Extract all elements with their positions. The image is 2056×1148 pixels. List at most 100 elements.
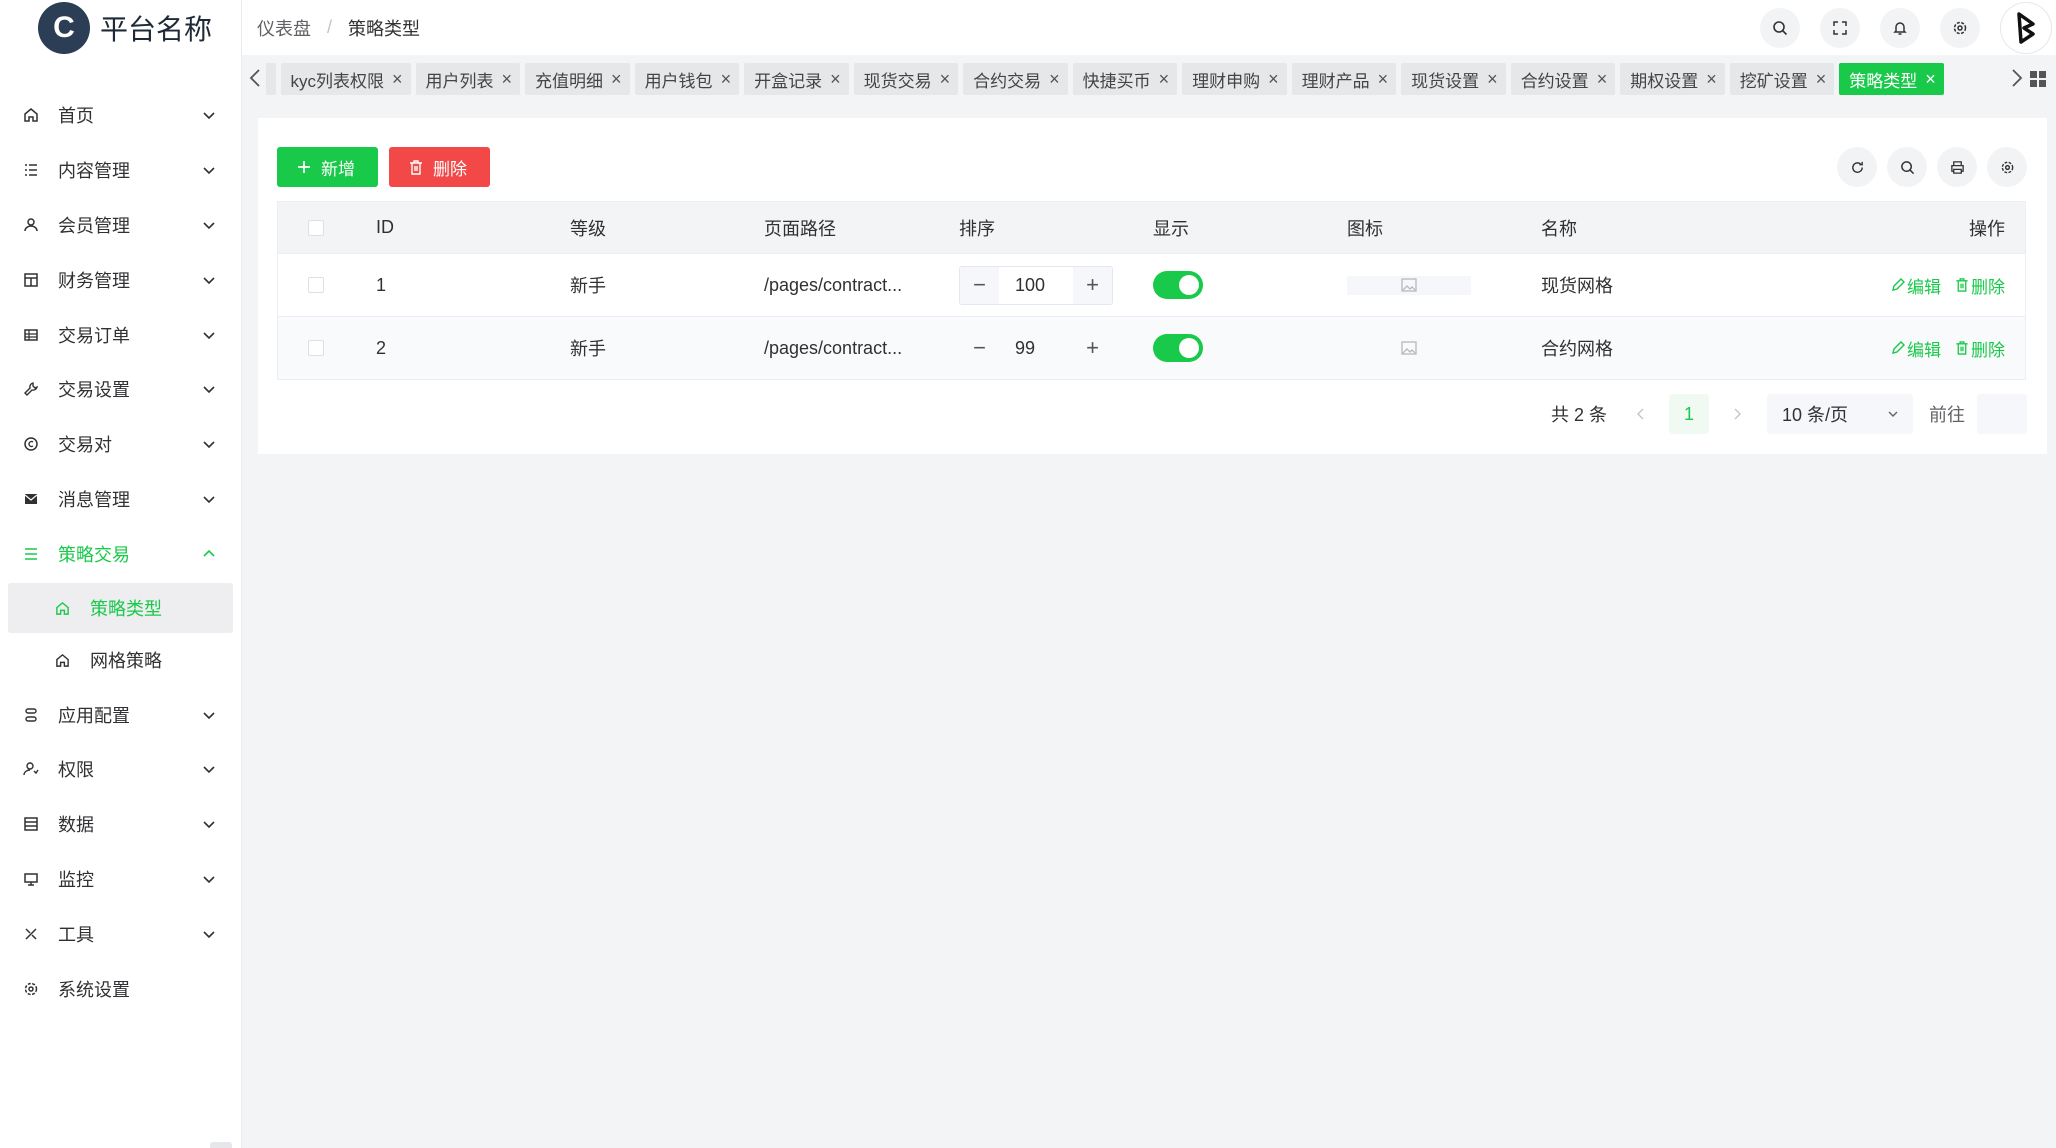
sidebar-item-finance[interactable]: 财务管理 (0, 252, 241, 307)
logo[interactable]: C 平台名称 (0, 0, 241, 55)
minus-icon[interactable]: − (960, 330, 999, 367)
chevron-up-icon (203, 549, 215, 557)
tags-scroll-left-icon[interactable] (246, 65, 264, 91)
close-icon[interactable]: × (1487, 70, 1498, 88)
show-toggle[interactable] (1153, 334, 1203, 362)
sidebar-item-app-config[interactable]: 应用配置 (0, 687, 241, 742)
column-header-id[interactable]: ID (376, 217, 394, 238)
delete-button[interactable]: 删除 (389, 147, 490, 187)
page-number-current[interactable]: 1 (1669, 394, 1709, 434)
sidebar-item-members[interactable]: 会员管理 (0, 198, 241, 253)
sidebar-item-strategy-trading[interactable]: 策略交易 (0, 526, 241, 581)
column-header-path[interactable]: 页面路径 (764, 215, 836, 241)
tag-item[interactable]: 表× (266, 63, 276, 95)
row-checkbox[interactable] (308, 340, 324, 356)
gear-icon[interactable] (1940, 7, 1980, 48)
tag-item[interactable]: 用户钱包 × (634, 63, 740, 95)
tag-item[interactable]: 现货交易 × (853, 63, 959, 95)
sidebar-item-system-settings[interactable]: 系统设置 (0, 961, 241, 1016)
tag-item[interactable]: 合约交易 × (963, 63, 1068, 95)
tag-item[interactable]: 开盒记录 × (744, 63, 849, 95)
close-icon[interactable]: × (611, 70, 622, 88)
tag-item[interactable]: 挖矿设置 × (1729, 63, 1835, 95)
user-avatar[interactable] (2000, 1, 2052, 54)
breadcrumb-dashboard[interactable]: 仪表盘 (257, 15, 311, 41)
add-button[interactable]: 新增 (277, 147, 378, 187)
close-icon[interactable]: × (830, 70, 841, 88)
edit-link[interactable]: 编辑 (1891, 273, 1941, 298)
column-header-name[interactable]: 名称 (1541, 215, 1577, 241)
show-toggle[interactable] (1153, 271, 1203, 299)
tag-item-active[interactable]: 策略类型 × (1839, 63, 1944, 95)
delete-link[interactable]: 删除 (1955, 336, 2005, 361)
close-icon[interactable]: × (1378, 70, 1389, 88)
column-header-icon[interactable]: 图标 (1347, 215, 1383, 241)
sidebar-item-content[interactable]: 内容管理 (0, 143, 241, 198)
chevron-down-icon (203, 931, 215, 938)
sort-stepper[interactable]: − 100 + (959, 265, 1113, 305)
close-icon[interactable]: × (721, 70, 732, 88)
goto-page-input[interactable] (1977, 394, 2027, 434)
close-icon[interactable]: × (1816, 70, 1827, 88)
tag-item[interactable]: 合约设置 × (1510, 63, 1616, 95)
tag-item[interactable]: 快捷买币 × (1072, 63, 1178, 95)
sort-value[interactable]: 99 (999, 330, 1073, 367)
column-header-sort[interactable]: 排序 (959, 215, 995, 241)
sort-value[interactable]: 100 (999, 267, 1073, 304)
search-icon[interactable] (1887, 147, 1927, 187)
tag-item[interactable]: 期权设置 × (1620, 63, 1725, 95)
table-tools (1827, 147, 2027, 187)
sidebar-item-monitor[interactable]: 监控 (0, 852, 241, 907)
sidebar-scroll-handle[interactable] (210, 1142, 232, 1148)
close-icon[interactable]: × (940, 70, 951, 88)
close-icon[interactable]: × (1049, 70, 1060, 88)
delete-link[interactable]: 删除 (1955, 273, 2005, 298)
sidebar-item-data[interactable]: 数据 (0, 797, 241, 852)
fullscreen-icon[interactable] (1820, 7, 1860, 48)
close-icon[interactable]: × (1925, 70, 1936, 88)
plus-icon[interactable]: + (1073, 330, 1112, 367)
plus-icon[interactable]: + (1073, 266, 1112, 304)
sort-stepper[interactable]: − 99 + (959, 329, 1113, 368)
select-all-checkbox[interactable] (308, 219, 324, 236)
close-icon[interactable]: × (266, 70, 268, 88)
bell-icon[interactable] (1880, 7, 1920, 48)
tag-item[interactable]: 理财申购 × (1182, 63, 1287, 95)
close-icon[interactable]: × (1706, 70, 1717, 88)
close-icon[interactable]: × (502, 70, 513, 88)
refresh-icon[interactable] (1837, 147, 1877, 187)
sidebar-item-tools[interactable]: 工具 (0, 906, 241, 961)
next-page-icon[interactable] (1721, 394, 1753, 434)
gear-icon[interactable] (1987, 147, 2027, 187)
sidebar-subitem-strategy-type[interactable]: 策略类型 (8, 583, 233, 634)
column-header-level[interactable]: 等级 (570, 215, 606, 241)
sidebar-item-permissions[interactable]: 权限 (0, 742, 241, 797)
tag-item[interactable]: kyc列表权限 × (280, 63, 411, 95)
edit-link[interactable]: 编辑 (1891, 336, 1941, 361)
tag-item[interactable]: 理财产品 × (1291, 63, 1397, 95)
tag-item[interactable]: 充值明细 × (525, 63, 630, 95)
sidebar-subitem-grid-strategy[interactable]: 网格策略 (8, 635, 233, 685)
grid-menu-icon[interactable] (2028, 69, 2048, 89)
close-icon[interactable]: × (392, 70, 403, 88)
page-size-select[interactable]: 10 条/页 (1767, 394, 1913, 434)
home-icon (54, 652, 70, 668)
sidebar-item-trading-pairs[interactable]: 交易对 (0, 417, 241, 472)
close-icon[interactable]: × (1597, 70, 1608, 88)
sidebar-item-messages[interactable]: 消息管理 (0, 472, 241, 527)
prev-page-icon[interactable] (1625, 394, 1657, 434)
sidebar-item-orders[interactable]: 交易订单 (0, 307, 241, 362)
sidebar-item-home[interactable]: 首页 (0, 88, 241, 143)
column-header-show[interactable]: 显示 (1153, 215, 1189, 241)
row-checkbox[interactable] (308, 277, 324, 293)
tags-scroll-right-icon[interactable] (2008, 65, 2026, 91)
tag-item[interactable]: 现货设置 × (1401, 63, 1506, 95)
search-icon[interactable] (1760, 7, 1800, 48)
sidebar-item-trade-settings[interactable]: 交易设置 (0, 362, 241, 417)
close-icon[interactable]: × (1159, 70, 1170, 88)
tag-item[interactable]: 用户列表 × (415, 63, 521, 95)
minus-icon[interactable]: − (960, 266, 999, 304)
close-icon[interactable]: × (1268, 70, 1279, 88)
print-icon[interactable] (1937, 147, 1977, 187)
sidebar-item-label: 会员管理 (58, 215, 130, 236)
